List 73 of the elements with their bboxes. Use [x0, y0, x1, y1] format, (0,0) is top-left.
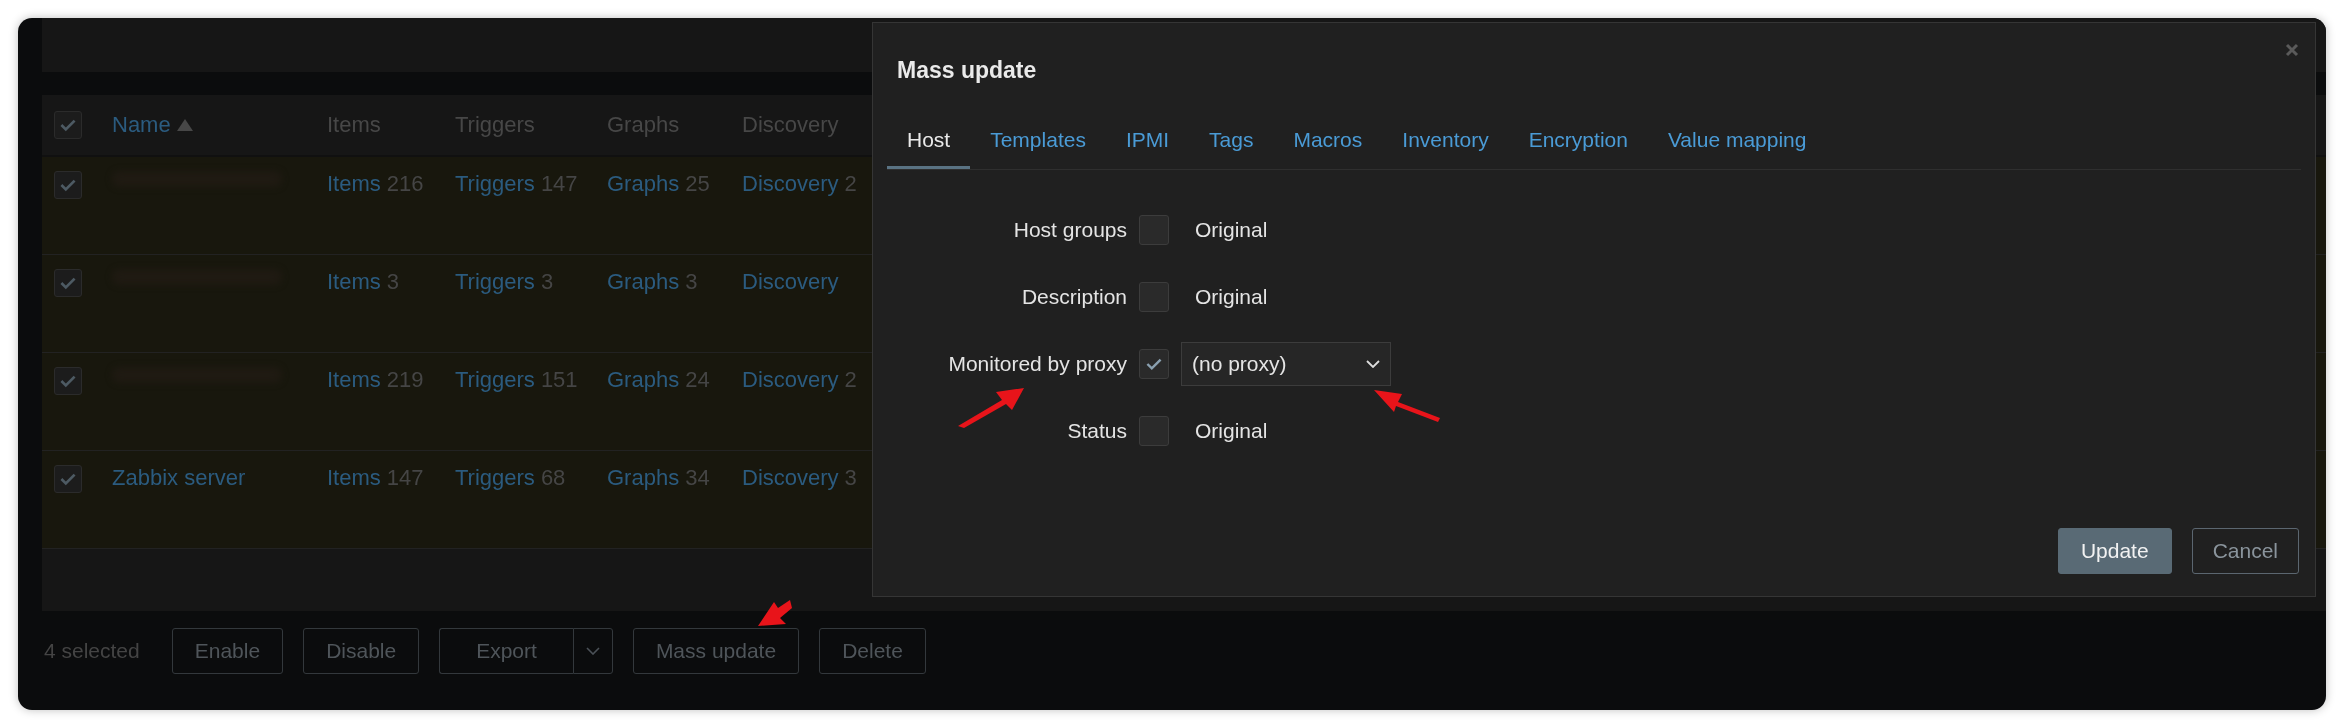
count-link[interactable]: Discovery	[742, 269, 839, 295]
action-button[interactable]: Delete	[819, 627, 926, 674]
action-button[interactable]: Disable	[303, 627, 420, 674]
count-link[interactable]: Graphs	[607, 367, 680, 393]
tab[interactable]: Host	[887, 113, 971, 169]
field-value: Original	[1195, 418, 1268, 443]
count-link[interactable]: Items	[327, 269, 381, 295]
count-link[interactable]: Triggers	[455, 465, 535, 491]
count-value: 3	[685, 269, 698, 295]
field-label: Host groups	[1012, 217, 1128, 242]
chevron-down-icon	[1366, 359, 1380, 368]
count-value: 3	[386, 269, 400, 295]
count-value: 219	[386, 367, 424, 393]
export-button[interactable]: Export	[439, 627, 573, 674]
export-dropdown-button[interactable]	[572, 627, 613, 674]
arrow-annotation	[956, 386, 1026, 428]
close-icon[interactable]	[2285, 43, 2299, 57]
count-link[interactable]: Items	[327, 465, 381, 491]
count-value: 25	[685, 171, 710, 197]
count-value: 68	[540, 465, 566, 491]
arrow-annotation	[756, 598, 792, 628]
count-value: 216	[386, 171, 424, 197]
count-value: 147	[386, 465, 424, 491]
count-value: 2	[844, 367, 857, 393]
selection-count: 4 selected	[44, 638, 140, 663]
count-link[interactable]: Triggers	[455, 367, 535, 393]
count-link[interactable]: Items	[327, 171, 381, 197]
tab[interactable]: Macros	[1273, 113, 1383, 169]
count-value: 2	[844, 171, 857, 197]
sort-ascending-icon	[176, 119, 193, 131]
tab[interactable]: Encryption	[1508, 113, 1648, 169]
count-link[interactable]: Graphs	[607, 269, 680, 295]
count-link[interactable]: Triggers	[455, 269, 535, 295]
row-checkbox[interactable]	[54, 367, 82, 395]
count-link[interactable]: Triggers	[455, 171, 535, 197]
field-value: Original	[1195, 284, 1268, 309]
select-all-checkbox[interactable]	[54, 111, 82, 139]
count-value: 147	[540, 171, 578, 197]
update-button[interactable]: Update	[2057, 528, 2172, 574]
row-checkbox[interactable]	[54, 465, 82, 493]
column-header-link[interactable]: Name	[112, 112, 171, 138]
proxy-select[interactable]: (no proxy)	[1181, 341, 1391, 386]
count-value: 34	[685, 465, 710, 491]
action-button[interactable]: Mass update	[632, 627, 800, 674]
count-value: 3	[844, 465, 857, 491]
tab[interactable]: Inventory	[1382, 113, 1509, 169]
count-value: 24	[685, 367, 710, 393]
field-checkbox[interactable]	[1139, 281, 1169, 312]
action-button[interactable]: Enable	[171, 627, 284, 674]
count-value: 151	[540, 367, 578, 393]
field-checkbox[interactable]	[1139, 415, 1169, 446]
row-checkbox[interactable]	[54, 171, 82, 199]
count-link[interactable]: Discovery	[742, 171, 839, 197]
count-link[interactable]: Graphs	[607, 465, 680, 491]
field-label: Status	[1066, 418, 1128, 443]
field-checkbox[interactable]	[1139, 214, 1169, 245]
cancel-button[interactable]: Cancel	[2191, 528, 2299, 574]
count-link[interactable]: Graphs	[607, 171, 680, 197]
count-link[interactable]: Items	[327, 367, 381, 393]
field-label: Description	[1020, 284, 1128, 309]
count-link[interactable]: Discovery	[742, 465, 839, 491]
host-name-link[interactable]: Zabbix server	[112, 465, 246, 491]
field-label: Monitored by proxy	[947, 351, 1128, 376]
count-value: 3	[540, 269, 554, 295]
field-checkbox[interactable]	[1139, 348, 1169, 379]
tab[interactable]: Value mapping	[1647, 113, 1827, 169]
row-checkbox[interactable]	[54, 269, 82, 297]
tab[interactable]: Templates	[970, 113, 1106, 169]
tab[interactable]: IPMI	[1105, 113, 1190, 169]
caret-icon	[585, 646, 600, 655]
tab[interactable]: Tags	[1189, 113, 1274, 169]
field-value: Original	[1195, 217, 1268, 242]
count-link[interactable]: Discovery	[742, 367, 839, 393]
